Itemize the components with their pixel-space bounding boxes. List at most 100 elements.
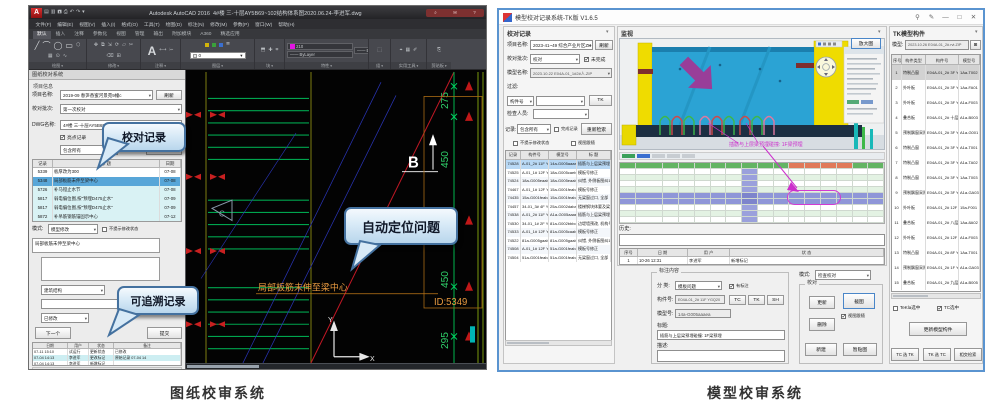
insert-block-icon[interactable]: ⬒ <box>261 48 266 53</box>
text-tool-icon[interactable]: A <box>148 45 157 57</box>
intersect-search-button[interactable]: 相交检索 <box>954 348 982 361</box>
hatch-tool-icon[interactable]: ▦ <box>48 54 53 59</box>
palette-title[interactable]: 图纸校对系统 <box>29 70 185 80</box>
trim-tool-icon[interactable]: ✂ <box>129 43 133 48</box>
refresh-button[interactable]: 刷新 <box>156 90 182 100</box>
ribbon-tab[interactable]: 管理 <box>131 31 149 39</box>
nohint-checkbox[interactable]: 不提示修改状态 <box>102 226 138 232</box>
save-icon[interactable]: 🖪 <box>57 10 61 15</box>
desc-textarea[interactable] <box>657 350 785 362</box>
group-tool-icon[interactable]: ⬚ <box>377 48 382 53</box>
component-row[interactable]: 7 特制凸窗 E04A-01_2# 3F Y.. A1a-TA02 <box>892 155 980 170</box>
line-tool-icon[interactable]: ╱ <box>35 42 40 50</box>
component-row[interactable]: 5 预制飘窗采阳台 E04A-01_2# 3F Y.. A1a-G001 <box>892 125 980 140</box>
model-name-dropdown[interactable]: 2023.10.22 E04A-01_1#2#人.ZIP <box>530 68 612 78</box>
component-row[interactable]: 6 特制凸窗 E04A-01_2# 3F Y.. A1a-T001 <box>892 140 980 155</box>
search-icon[interactable]: ⌕ <box>434 10 437 15</box>
component-row[interactable]: 9 预制飘窗采阳台 E04A-01_2# 3F Y.. A1a-GA03 <box>892 185 980 200</box>
new-icon[interactable]: ▤ <box>44 10 49 15</box>
nohint-checkbox[interactable]: 不提示修改状态 <box>513 140 549 146</box>
component-row[interactable]: 15 叠合板 E04A-01_2# 九层.. A1a-B005 <box>892 275 980 290</box>
highlight-checkbox[interactable]: 亮点记录 <box>60 134 86 141</box>
dimension-tool-icon[interactable]: ⟷ <box>159 48 166 53</box>
lineweight-dropdown[interactable]: —— ByLayer <box>354 47 368 54</box>
mirror-tool-icon[interactable]: ▱ <box>122 43 126 48</box>
move-tool-icon[interactable]: ✥ <box>94 43 98 48</box>
component-row[interactable]: 12 外叶板 E04A-01_2# 12F .. A1a-F003 <box>892 230 980 245</box>
record-row[interactable]: 74533 A-01_1# 12F YGC 81a-G005caaba 模板号修… <box>506 228 611 237</box>
component-row[interactable]: 4 叠合板 E04A-01_2# 十层.. A1a-B003 <box>892 110 980 125</box>
ribbon-tab[interactable]: 精选应用 <box>216 31 243 39</box>
menu-item[interactable]: 帮助(H) <box>276 21 297 28</box>
history-listbox[interactable] <box>619 234 885 246</box>
component-row[interactable]: 10 外叶板 E04A-01_2# 12F .. 15a-F001 <box>892 200 980 215</box>
menu-item[interactable]: 标注(N) <box>185 21 206 28</box>
component-row[interactable]: 8 特制凸窗 E04A-01_2# 3F Y.. 1Aa-T003 <box>892 170 980 185</box>
array-tool-icon[interactable]: ⊞ <box>116 54 120 59</box>
record-row[interactable]: 74457 34-01_3# 4F YGC 25a-G002dabaa 楼梯钢块… <box>506 203 611 212</box>
rotate-tool-icon[interactable]: ⟳ <box>115 43 119 48</box>
menu-item[interactable]: 修改(M) <box>208 21 230 28</box>
title-field[interactable]: 插筋与上层梁预埋碰撞: 1F梁预埋 <box>657 330 785 340</box>
ribbon-group-label[interactable]: 实用工具 <box>391 62 426 69</box>
refresh-model-button[interactable]: ⊞ <box>970 40 981 50</box>
help-icon[interactable]: ? <box>473 10 476 15</box>
record-filter-dropdown[interactable]: 包含所有 <box>517 124 551 134</box>
research-button[interactable]: 重新检索 <box>581 123 612 135</box>
menu-item[interactable]: 格式(O) <box>119 21 141 28</box>
ribbon-group-label[interactable]: 剪贴板 <box>427 62 451 69</box>
polygon-tool-icon[interactable]: ⬡ <box>76 43 80 48</box>
pin-icon[interactable]: ▾ <box>975 29 978 35</box>
component-row[interactable]: 14 预制飘窗采阳台 E04A-01_2# 1F Y.. A1a-GA03 <box>892 260 980 275</box>
ribbon-group-label[interactable]: 组 <box>369 62 390 69</box>
ribbon-group-label[interactable]: 特性 <box>285 62 368 69</box>
record-row[interactable]: 74504 51a-G001feaba 51a-G001feaba 无梁窗过口,… <box>506 254 611 263</box>
menu-item[interactable]: 视图(V) <box>77 21 98 28</box>
sheet-tab[interactable] <box>637 154 650 158</box>
ribbon-group-label[interactable]: 绘图 <box>29 62 86 69</box>
menu-item[interactable]: 插入(I) <box>99 21 118 28</box>
drawing-hscrollbar[interactable] <box>186 363 486 369</box>
erase-tool-icon[interactable]: ⌫ <box>106 54 113 59</box>
minimize-icon[interactable]: — <box>940 14 951 21</box>
view-follow-checkbox[interactable]: 视图跟随 <box>841 313 865 319</box>
pin-icon[interactable]: ⚲ <box>912 13 923 21</box>
sheet-tab[interactable] <box>652 154 665 158</box>
linetype-dropdown[interactable]: —— ByLayer <box>287 51 353 58</box>
unfinished-checkbox[interactable]: 未完成 <box>584 56 605 63</box>
project-dropdown[interactable]: 2019-09 春笋香蜜河景苑9幢c <box>60 90 153 100</box>
view-follow-checkbox[interactable]: 视图跟随 <box>571 140 595 146</box>
ribbon-group-label[interactable]: 注释 <box>141 62 180 69</box>
component-row[interactable]: 11 叠合板 E04A-01_2# 八层.. 1Aa-8A02 <box>892 215 980 230</box>
history-row[interactable]: 07-04 14:13 李进军 新增标记 <box>33 361 181 366</box>
ribbon-tab[interactable]: 默认 <box>33 31 51 39</box>
menu-item[interactable]: 绘图(D) <box>163 21 184 28</box>
sheet-tab[interactable] <box>667 154 680 158</box>
tc-select-tk-button[interactable]: TC 选 TK <box>891 348 919 361</box>
refresh-button[interactable]: 刷新 <box>595 40 613 50</box>
paste-icon[interactable]: ⎘ <box>437 48 441 53</box>
batch-dropdown[interactable]: 校对 <box>530 54 580 64</box>
viewport-3d[interactable] <box>619 38 885 150</box>
new-button[interactable]: 新建 <box>805 343 837 356</box>
nav-wheel-icon[interactable] <box>816 57 836 77</box>
ribbon-tab[interactable]: A360 <box>196 31 215 39</box>
zoom-view-button[interactable]: 放大图 <box>851 38 881 49</box>
tk-button[interactable]: TK <box>748 295 765 305</box>
layer-dropdown[interactable]: 0▾ <box>190 52 246 59</box>
point-tool-icon[interactable]: ⊙ <box>56 54 60 59</box>
record-row[interactable]: 74538 A-01_2# 11F YGC A1a-G005aaaea 插筋与上… <box>506 211 611 220</box>
component-field[interactable]: E04A-01_2# 11F YGQ20 <box>675 295 725 304</box>
sh-button[interactable]: SH <box>767 295 784 305</box>
history-row[interactable]: 1 10-26 12:31 李进军 新增标记 <box>620 257 884 265</box>
done-records-checkbox[interactable]: 完成记录 <box>554 126 578 132</box>
record-row[interactable]: 74508 A-01_1# 12F YGC 51a-G001feaba 模板号修… <box>506 245 611 254</box>
measure-tool-icon[interactable]: ⌖ <box>400 48 403 53</box>
sheet-tab[interactable] <box>622 154 635 158</box>
component-row[interactable]: 1 特制凸窗 E04A-01_2# 3F Y.. 1Aa-T002 <box>892 65 980 80</box>
issue-title-box[interactable]: 局部板筋未伸至梁中心 <box>32 238 160 253</box>
ribbon-tab[interactable]: 附加模块 <box>168 31 195 39</box>
record-row[interactable]: 5817 弱电偏位图,按"预埋D475止水" 07-09 <box>33 204 181 213</box>
tekla-select-checkbox[interactable]: TeKla选中 <box>893 305 920 311</box>
redo-icon[interactable]: ↷ <box>76 10 80 15</box>
